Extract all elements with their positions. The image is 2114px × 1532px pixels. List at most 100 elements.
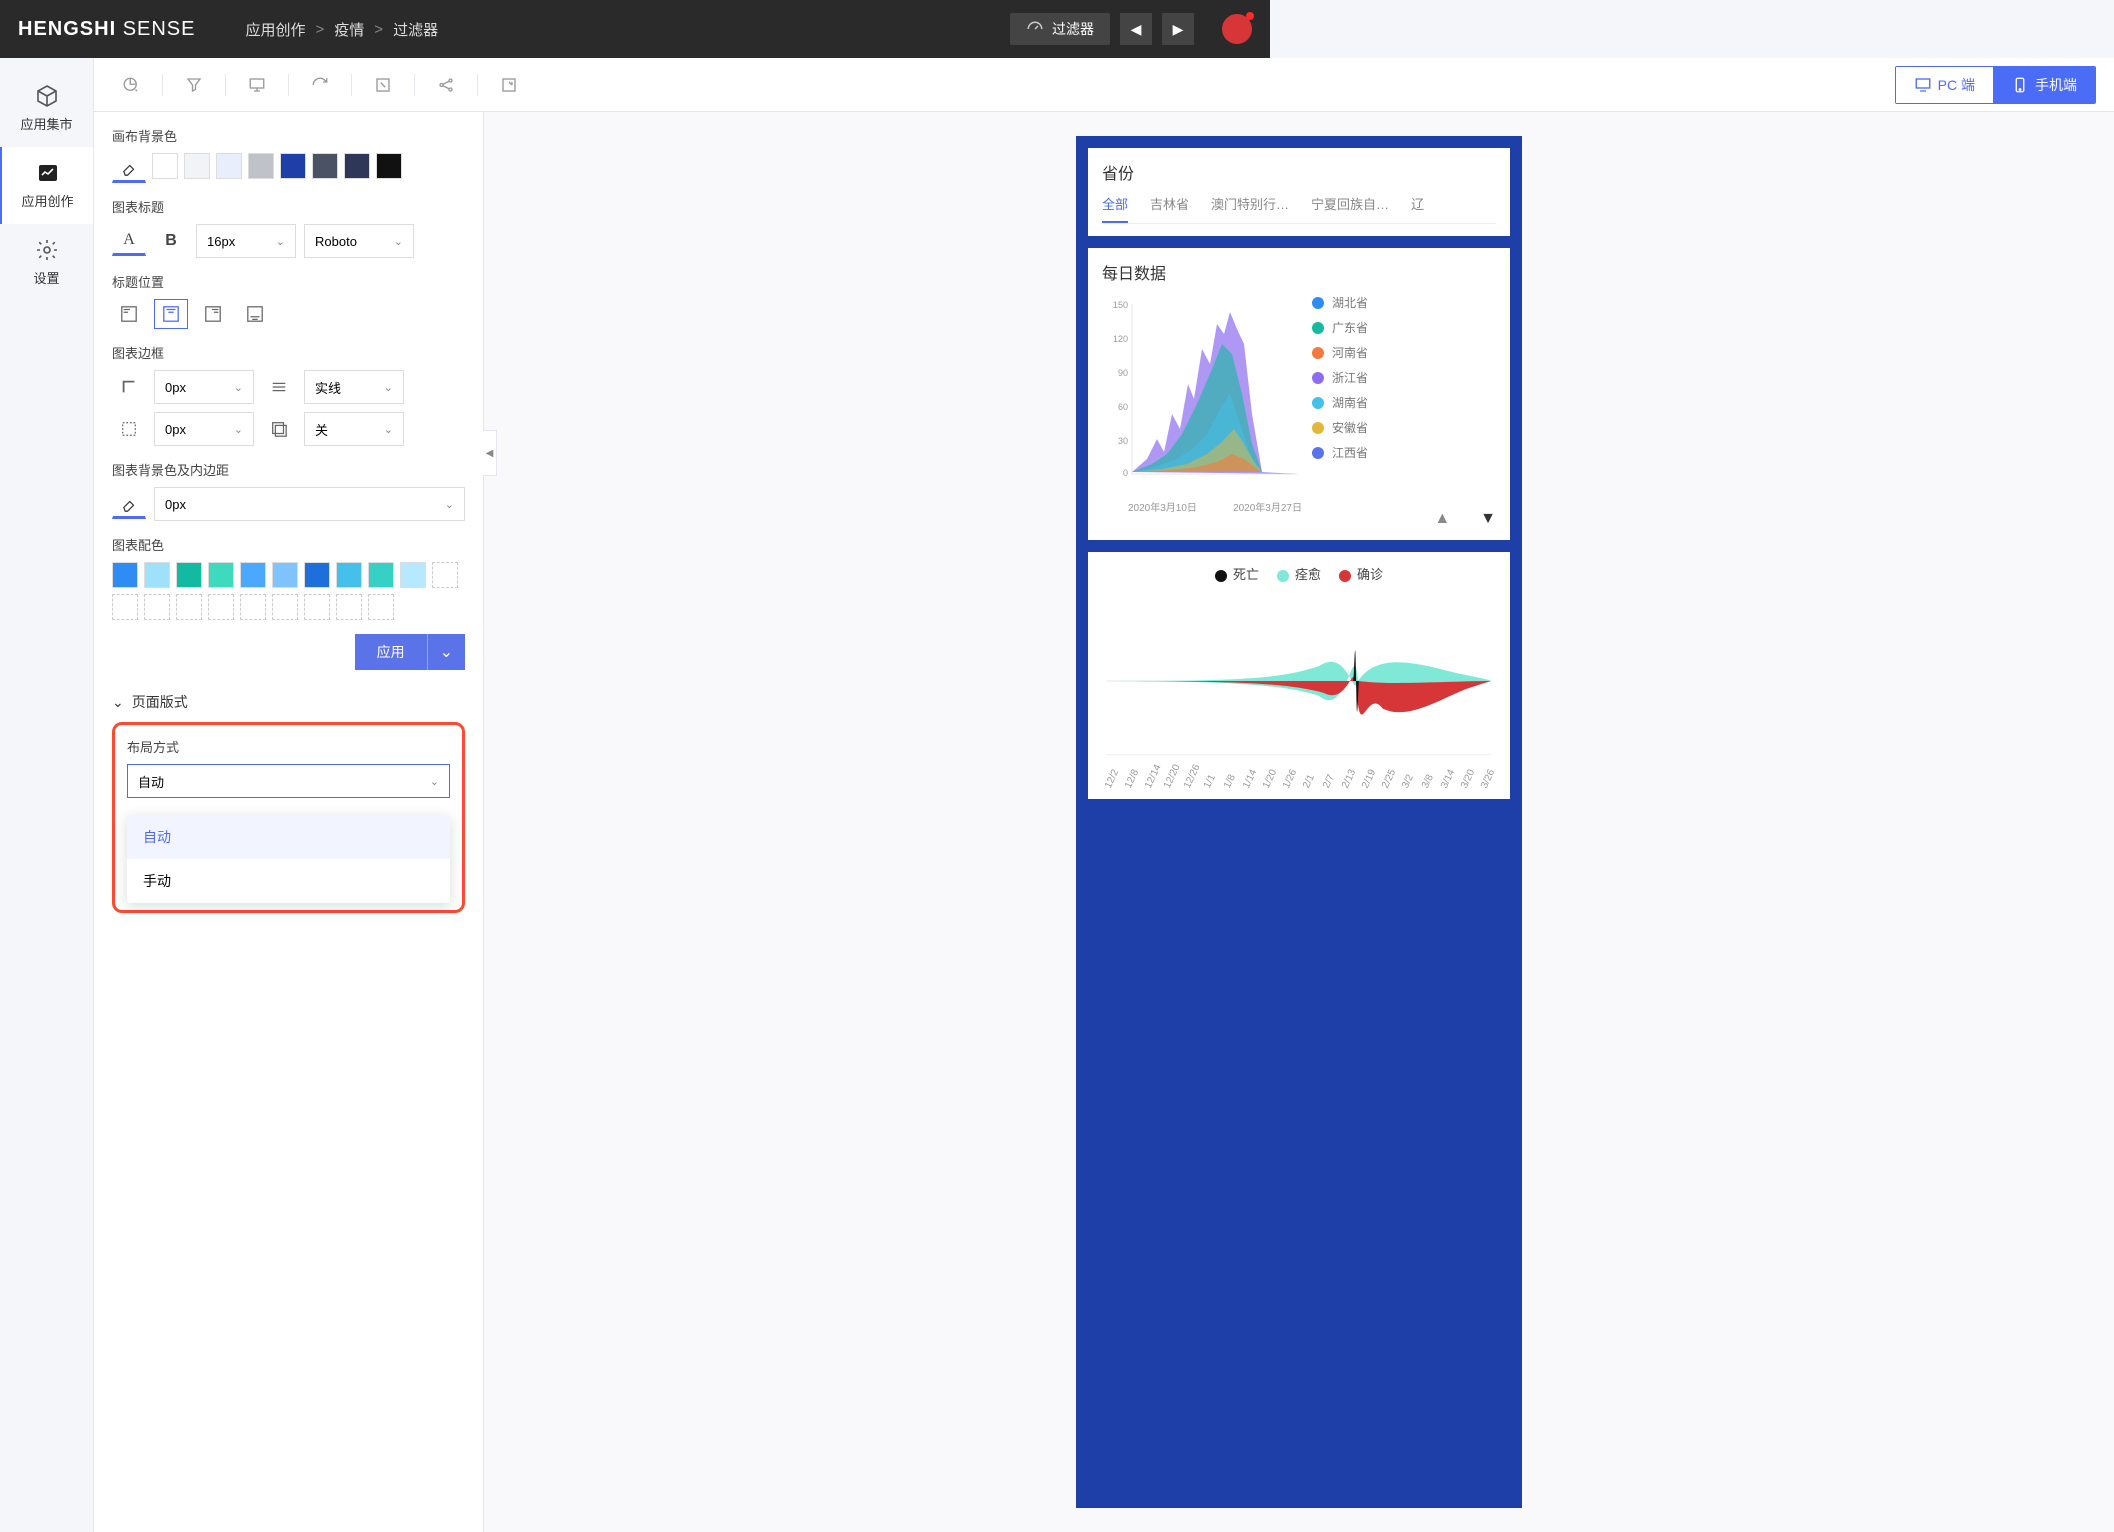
palette-swatch[interactable] [272, 562, 298, 588]
province-tab[interactable]: 吉林省 [1150, 194, 1189, 223]
bg-swatch[interactable] [280, 153, 306, 179]
no-fill-swatch[interactable] [112, 153, 146, 183]
palette-empty-slot[interactable] [432, 562, 458, 588]
share-button[interactable] [427, 66, 465, 104]
province-tab[interactable]: 宁夏回族自… [1311, 194, 1389, 223]
nav-next-button[interactable]: ▶ [1162, 13, 1194, 45]
chevron-down-icon: ⌄ [112, 694, 124, 711]
palette-empty-slot[interactable] [112, 594, 138, 620]
legend-item[interactable]: 江西省 [1312, 444, 1368, 461]
x-tick: 2/13 [1340, 773, 1356, 790]
font-size-select[interactable]: 16px⌄ [196, 224, 296, 258]
palette-empty-slot[interactable] [272, 594, 298, 620]
breadcrumb-item[interactable]: 应用创作 [246, 19, 306, 40]
palette-swatch[interactable] [208, 562, 234, 588]
scroll-up-button[interactable]: ▲ [1434, 510, 1450, 528]
palette-empty-slot[interactable] [208, 594, 234, 620]
border-color-button[interactable] [112, 372, 146, 402]
corner-radius-button[interactable] [112, 414, 146, 444]
rail-item-market[interactable]: 应用集市 [0, 70, 93, 147]
chart-bg-color-button[interactable] [112, 489, 146, 519]
layout-option-manual[interactable]: 手动 [127, 859, 450, 903]
breadcrumb-item[interactable]: 过滤器 [393, 19, 438, 40]
rail-item-settings[interactable]: 设置 [0, 224, 93, 301]
align-top-left-button[interactable] [112, 299, 146, 329]
province-tab[interactable]: 澳门特别行… [1211, 194, 1289, 223]
shadow-select[interactable]: 关⌄ [304, 412, 404, 446]
chart-plus-icon [36, 161, 60, 185]
palette-swatch[interactable] [144, 562, 170, 588]
bg-swatch[interactable] [184, 153, 210, 179]
rail-item-create[interactable]: 应用创作 [0, 147, 93, 224]
palette-empty-slot[interactable] [176, 594, 202, 620]
status-legend: 死亡痊愈确诊 [1102, 564, 1496, 583]
legend-item[interactable]: 痊愈 [1277, 564, 1321, 583]
present-button[interactable] [238, 66, 276, 104]
font-family-select[interactable]: Roboto⌄ [304, 224, 414, 258]
refresh-button[interactable] [301, 66, 339, 104]
align-bottom-button[interactable] [238, 299, 272, 329]
page-layout-section-toggle[interactable]: ⌄ 页面版式 [112, 692, 465, 712]
palette-swatch[interactable] [400, 562, 426, 588]
toolbar: PC 端 手机端 [94, 58, 2114, 112]
font-color-button[interactable]: A [112, 226, 146, 256]
legend-item[interactable]: 河南省 [1312, 344, 1368, 361]
chevron-down-icon: ⌄ [276, 235, 285, 248]
inner-padding-select[interactable]: 0px⌄ [154, 487, 465, 521]
layout-mode-select[interactable]: 自动⌄ [127, 764, 450, 798]
border-style-select[interactable]: 实线⌄ [304, 370, 404, 404]
bg-swatch[interactable] [216, 153, 242, 179]
filter-indicator[interactable]: 过滤器 [1010, 13, 1110, 45]
panel-collapse-toggle[interactable]: ◀ [483, 430, 497, 476]
eraser-icon [120, 158, 138, 176]
shadow-button[interactable] [262, 414, 296, 444]
apply-button[interactable]: 应用 [355, 634, 427, 670]
province-tab[interactable]: 辽 [1411, 194, 1424, 223]
add-chart-button[interactable] [112, 66, 150, 104]
palette-swatch[interactable] [112, 562, 138, 588]
bg-swatch[interactable] [152, 153, 178, 179]
legend-item[interactable]: 死亡 [1215, 564, 1259, 583]
apply-dropdown-button[interactable]: ⌄ [427, 634, 465, 670]
presentation-icon [248, 76, 266, 94]
palette-swatch[interactable] [368, 562, 394, 588]
palette-empty-slot[interactable] [336, 594, 362, 620]
palette-empty-slot[interactable] [304, 594, 330, 620]
legend-item[interactable]: 浙江省 [1312, 369, 1368, 386]
legend-item[interactable]: 湖南省 [1312, 394, 1368, 411]
corner-radius-select[interactable]: 0px⌄ [154, 412, 254, 446]
palette-empty-slot[interactable] [368, 594, 394, 620]
fullscreen-button[interactable] [364, 66, 402, 104]
breadcrumb-item[interactable]: 疫情 [334, 19, 364, 40]
scroll-down-button[interactable]: ▼ [1480, 510, 1496, 528]
legend-item[interactable]: 湖北省 [1312, 294, 1368, 311]
x-tick: 12/2 [1103, 773, 1119, 790]
bg-swatch[interactable] [312, 153, 338, 179]
palette-swatch[interactable] [176, 562, 202, 588]
filter-button[interactable] [175, 66, 213, 104]
palette-empty-slot[interactable] [144, 594, 170, 620]
bg-swatch[interactable] [344, 153, 370, 179]
align-top-right-button[interactable] [196, 299, 230, 329]
avatar[interactable] [1222, 14, 1252, 44]
title-pos-label: 标题位置 [112, 272, 465, 291]
device-pc-button[interactable]: PC 端 [1896, 67, 1993, 103]
nav-prev-button[interactable]: ◀ [1120, 13, 1152, 45]
export-button[interactable] [490, 66, 528, 104]
style-panel: 画布背景色 图表标题 A B 16px⌄ Roboto⌄ 标题位置 图表边框 [94, 112, 484, 1532]
align-top-center-button[interactable] [154, 299, 188, 329]
bg-swatch[interactable] [376, 153, 402, 179]
palette-swatch[interactable] [240, 562, 266, 588]
bg-swatch[interactable] [248, 153, 274, 179]
province-tab[interactable]: 全部 [1102, 194, 1128, 223]
palette-swatch[interactable] [336, 562, 362, 588]
legend-item[interactable]: 安徽省 [1312, 419, 1368, 436]
border-width-select[interactable]: 0px⌄ [154, 370, 254, 404]
palette-swatch[interactable] [304, 562, 330, 588]
layout-option-auto[interactable]: 自动 [127, 815, 450, 859]
palette-empty-slot[interactable] [240, 594, 266, 620]
device-mobile-button[interactable]: 手机端 [1993, 67, 2095, 103]
bold-button[interactable]: B [154, 226, 188, 256]
legend-item[interactable]: 广东省 [1312, 319, 1368, 336]
legend-item[interactable]: 确诊 [1339, 564, 1383, 583]
